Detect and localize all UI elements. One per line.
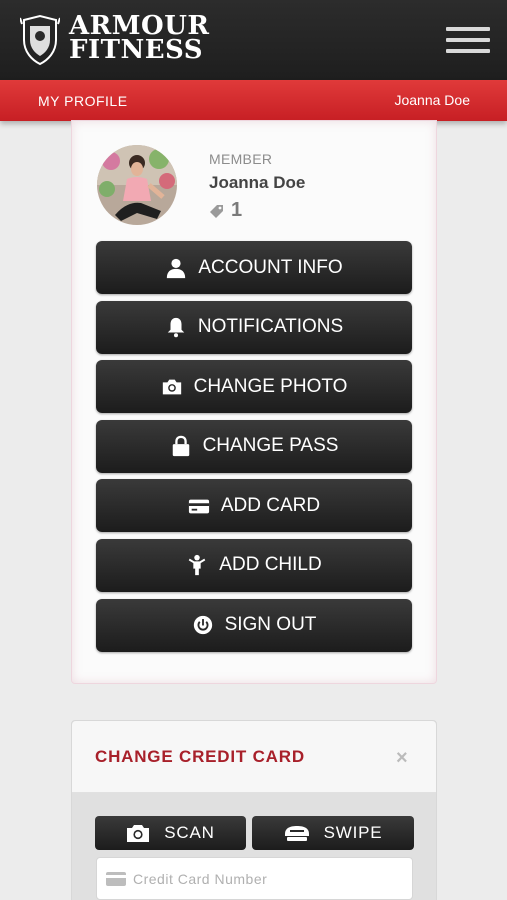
- add-child-button[interactable]: ADD CHILD: [96, 538, 412, 592]
- change-password-label: CHANGE PASS: [202, 435, 339, 457]
- account-info-label: ACCOUNT INFO: [198, 256, 343, 278]
- change-password-button[interactable]: CHANGE PASS: [96, 419, 412, 473]
- scan-label: SCAN: [164, 823, 215, 842]
- app-header: ARMOUR FITNESS: [0, 0, 507, 80]
- sign-out-label: SIGN OUT: [224, 614, 317, 636]
- change-photo-label: CHANGE PHOTO: [193, 375, 348, 397]
- member-name: Joanna Doe: [209, 173, 306, 192]
- camera-icon: [127, 825, 150, 842]
- swipe-card-button[interactable]: SWIPE: [252, 816, 414, 850]
- notifications-label: NOTIFICATIONS: [197, 316, 344, 338]
- user-icon: [167, 258, 186, 278]
- bell-icon: [167, 317, 185, 338]
- card-number-field: [96, 857, 413, 900]
- lock-icon: [172, 435, 189, 457]
- tag-icon: [210, 204, 223, 218]
- camera-icon: [162, 379, 181, 395]
- notifications-button[interactable]: NOTIFICATIONS: [96, 300, 412, 354]
- member-role-label: MEMBER: [209, 151, 273, 167]
- profile-subheader: MY PROFILE Joanna Doe: [0, 80, 507, 121]
- change-photo-button[interactable]: CHANGE PHOTO: [96, 360, 412, 414]
- swipe-label: SWIPE: [323, 823, 383, 842]
- member-count-value: 1: [231, 199, 243, 221]
- sign-out-button[interactable]: SIGN OUT: [96, 598, 412, 652]
- panel-header: CHANGE CREDIT CARD ×: [72, 721, 436, 793]
- scan-card-button[interactable]: SCAN: [95, 816, 246, 850]
- add-child-label: ADD CHILD: [219, 554, 322, 576]
- credit-card-icon: [188, 499, 209, 514]
- avatar[interactable]: [97, 145, 177, 225]
- crest-shield-icon: [20, 14, 60, 66]
- account-info-button[interactable]: ACCOUNT INFO: [96, 241, 412, 294]
- section-title: MY PROFILE: [38, 93, 128, 109]
- card-number-input[interactable]: [133, 868, 403, 890]
- panel-title: CHANGE CREDIT CARD: [95, 747, 305, 766]
- credit-card-icon: [106, 872, 126, 886]
- child-icon: [189, 555, 206, 576]
- header-user-name[interactable]: Joanna Doe: [394, 92, 470, 108]
- close-icon[interactable]: ×: [396, 747, 408, 770]
- power-icon: [193, 615, 212, 635]
- brand-line-2: FITNESS: [69, 35, 204, 65]
- card-reader-icon: [284, 826, 309, 841]
- brand-name: ARMOUR FITNESS: [69, 13, 210, 65]
- add-card-label: ADD CARD: [220, 494, 321, 516]
- profile-card: MEMBER Joanna Doe 1 ACCOUNT INFO NOTIFIC…: [71, 120, 437, 684]
- change-credit-card-panel: CHANGE CREDIT CARD × SCAN SWIPE: [71, 720, 437, 900]
- add-card-button[interactable]: ADD CARD: [96, 479, 412, 533]
- hamburger-menu-icon[interactable]: [446, 27, 490, 55]
- profile-menu: ACCOUNT INFO NOTIFICATIONS CHANGE PHOTO …: [96, 241, 412, 658]
- member-count: 1: [209, 199, 242, 222]
